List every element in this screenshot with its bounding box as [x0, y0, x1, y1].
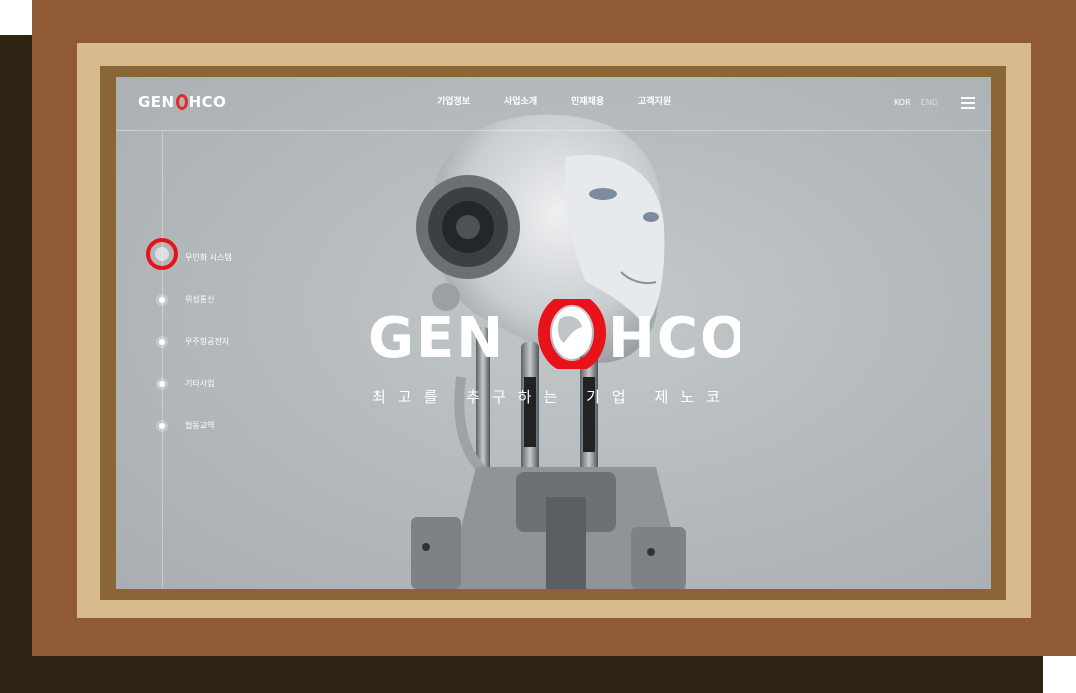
hero-logo: GEN HCO — [368, 299, 740, 369]
side-nav-label: 위성통신 — [185, 295, 215, 304]
nav-item-careers[interactable]: 인재채용 — [571, 96, 638, 108]
hero-logo-left: GEN — [368, 306, 505, 369]
lang-kor[interactable]: KOR — [894, 97, 911, 109]
logo-o-icon — [175, 94, 188, 110]
logo-left-text: GEN — [138, 93, 175, 111]
hamburger-menu-icon[interactable] — [961, 97, 975, 109]
globe-o-icon — [538, 299, 606, 369]
side-nav-label: 기타사업 — [185, 379, 215, 388]
main-nav: 기업정보 사업소개 인재채용 고객지원 — [437, 96, 705, 108]
website-screenshot: GEN HCO 기업정보 사업소개 인재채용 고객지원 KOR ENG 무인화 … — [116, 77, 991, 589]
nav-dot-icon — [159, 297, 165, 303]
language-switch: KOR ENG — [894, 97, 938, 109]
logo-right-text: HCO — [188, 93, 227, 111]
nav-item-company[interactable]: 기업정보 — [437, 96, 504, 108]
nav-item-support[interactable]: 고객지원 — [638, 96, 705, 108]
side-nav-label: 무인화 시스템 — [185, 253, 232, 262]
brand-logo[interactable]: GEN HCO — [138, 92, 226, 112]
side-nav-item-aerospace[interactable]: 우주항공전자 — [146, 321, 232, 363]
active-indicator-icon — [146, 238, 178, 270]
hero-logo-right: HCO — [608, 306, 740, 369]
side-nav-item-satellite[interactable]: 위성통신 — [146, 279, 232, 321]
nav-dot-icon — [159, 381, 165, 387]
nav-item-business[interactable]: 사업소개 — [504, 96, 571, 108]
side-nav-label: 우주항공전자 — [185, 337, 230, 346]
side-nav-label: 협동교역 — [185, 421, 215, 430]
nav-dot-icon — [159, 339, 165, 345]
site-header: GEN HCO 기업정보 사업소개 인재채용 고객지원 KOR ENG — [116, 77, 991, 131]
lang-eng[interactable]: ENG — [921, 97, 938, 109]
nav-dot-icon — [159, 423, 165, 429]
side-nav-item-trade[interactable]: 협동교역 — [146, 405, 232, 447]
hero-tagline: 최고를 추구하는 기업 제노코 — [372, 388, 732, 406]
side-nav-item-other[interactable]: 기타사업 — [146, 363, 232, 405]
side-nav-item-unmanned[interactable]: 무인화 시스템 — [146, 237, 232, 279]
side-nav: 무인화 시스템 위성통신 우주항공전자 기타사업 협동교역 — [146, 237, 232, 447]
